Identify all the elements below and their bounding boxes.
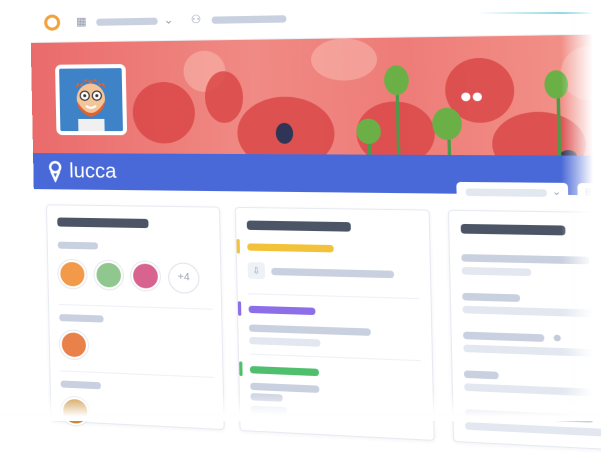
divider bbox=[248, 293, 420, 300]
team-member-avatar[interactable] bbox=[130, 261, 161, 291]
poppy-bud bbox=[383, 65, 410, 96]
app-selector-placeholder[interactable] bbox=[96, 17, 158, 26]
banner-poppy bbox=[204, 71, 244, 123]
post-text-placeholder[interactable] bbox=[248, 324, 371, 336]
section-label-placeholder bbox=[57, 241, 99, 250]
chevron-down-icon[interactable]: ⌄ bbox=[164, 14, 177, 26]
list-item-title-placeholder[interactable] bbox=[463, 370, 499, 380]
banner-poppy bbox=[132, 81, 196, 144]
view-selector-dropdown[interactable]: ⌄ bbox=[456, 181, 569, 203]
post-tag-placeholder bbox=[249, 365, 319, 377]
app-window: ▦ ⌄ ⚇ ◷ ▯ bbox=[30, 0, 601, 453]
card-title-placeholder bbox=[57, 217, 149, 229]
accent-purple-marker bbox=[237, 301, 242, 316]
attachment-icon[interactable]: ⇩ bbox=[247, 262, 266, 280]
divider bbox=[249, 353, 421, 362]
list-item-title-placeholder[interactable] bbox=[463, 331, 545, 342]
brand-name: lucca bbox=[69, 160, 117, 183]
poppy-bud bbox=[356, 118, 382, 145]
poppy-eyes bbox=[461, 92, 484, 104]
post-tag-placeholder bbox=[248, 305, 316, 316]
edge-fade bbox=[0, 391, 601, 421]
list-item-title-placeholder[interactable] bbox=[462, 292, 521, 302]
chevron-down-icon: ⌄ bbox=[551, 186, 562, 198]
post-tag-placeholder bbox=[247, 243, 334, 253]
team-member-avatar[interactable] bbox=[94, 260, 124, 290]
profile-illustration-avatar[interactable] bbox=[55, 63, 128, 136]
card-title-placeholder bbox=[460, 223, 566, 236]
poppy-center bbox=[275, 122, 294, 144]
grid-icon[interactable]: ▦ bbox=[76, 16, 88, 28]
manager-avatar[interactable] bbox=[59, 330, 89, 360]
directory-link-placeholder[interactable] bbox=[211, 15, 287, 24]
post-text-placeholder[interactable] bbox=[271, 267, 395, 279]
post-subtext-placeholder bbox=[249, 336, 321, 347]
divider bbox=[59, 303, 213, 310]
more-members-badge[interactable]: +4 bbox=[167, 262, 200, 294]
smiling-bud-character bbox=[431, 107, 463, 140]
section-label-placeholder bbox=[59, 314, 104, 323]
divider bbox=[60, 370, 215, 378]
cover-banner bbox=[30, 33, 601, 156]
accent-green-marker bbox=[239, 361, 243, 377]
lucca-logo-icon[interactable] bbox=[44, 14, 61, 31]
card-title-placeholder bbox=[246, 220, 351, 232]
team-member-avatar[interactable] bbox=[58, 259, 87, 289]
people-icon[interactable]: ⚇ bbox=[191, 14, 204, 27]
lucca-logo-icon bbox=[48, 160, 62, 183]
list-item-subtext-placeholder bbox=[461, 266, 532, 277]
accent-yellow-marker bbox=[236, 238, 241, 254]
dropdown-label-placeholder bbox=[465, 188, 547, 197]
list-item-subtext-placeholder bbox=[465, 422, 601, 437]
edge-fade bbox=[561, 0, 601, 421]
info-icon bbox=[553, 334, 561, 342]
section-label-placeholder bbox=[60, 380, 101, 390]
banner-poppy bbox=[310, 37, 378, 81]
